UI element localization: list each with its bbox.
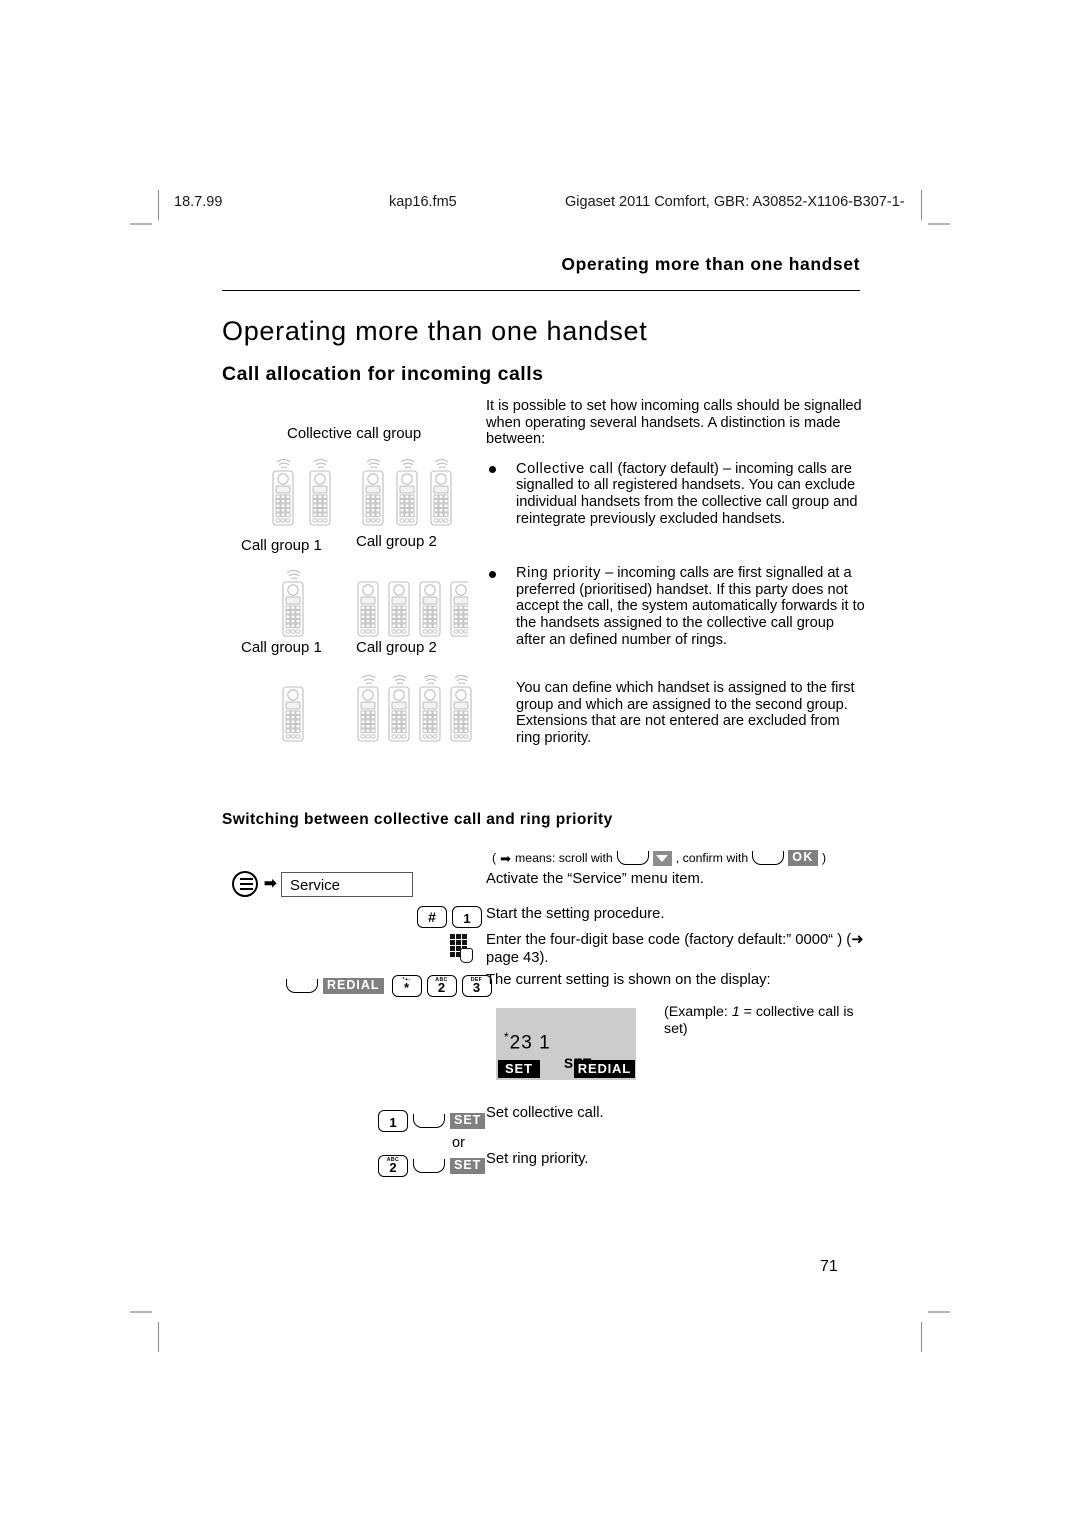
handset-row-3 bbox=[282, 675, 472, 742]
header-filename: kap16.fm5 bbox=[389, 194, 457, 210]
step-text-enter-base-code: Enter the four-digit base code (factory … bbox=[486, 932, 864, 966]
key-2-label: 2 bbox=[437, 980, 446, 995]
registration-tick-bottom-right bbox=[921, 1322, 922, 1352]
set-chip[interactable]: SET bbox=[450, 1158, 486, 1174]
step-text-current-setting: The current setting is shown on the disp… bbox=[486, 972, 771, 988]
intro-paragraph: It is possible to set how incoming calls… bbox=[486, 398, 862, 448]
key-1[interactable]: 1 bbox=[452, 906, 482, 928]
chapter-header: Operating more than one handset bbox=[561, 254, 860, 274]
note-close-paren: ) bbox=[821, 851, 827, 865]
softkey-blank-icon[interactable] bbox=[413, 1159, 445, 1173]
note-means-text: means: scroll with bbox=[515, 851, 613, 865]
header-divider bbox=[222, 290, 860, 292]
handset-display-mock: *23 1 SET SET REDIAL bbox=[496, 1008, 636, 1080]
softkey-blank-icon bbox=[616, 851, 649, 865]
bullet-ring-priority: Ring priority – incoming calls are first… bbox=[486, 565, 866, 648]
page-number: 71 bbox=[820, 1258, 838, 1275]
step-keys-hash-one: # 1 bbox=[417, 906, 482, 928]
bullet-lead-ring: Ring priority bbox=[516, 565, 602, 582]
display-code: 23 1 bbox=[509, 1032, 551, 1054]
menu-button-icon[interactable] bbox=[232, 871, 258, 897]
key-star-label: * bbox=[404, 980, 410, 995]
intro-text-column: It is possible to set how incoming calls… bbox=[486, 398, 866, 648]
document-page: 18.7.99 kap16.fm5 Gigaset 2011 Comfort, … bbox=[0, 0, 1080, 1528]
closing-paragraph: You can define which handset is assigned… bbox=[516, 680, 855, 746]
label-call-group-2-a: Call group 2 bbox=[356, 533, 437, 550]
key-2[interactable]: ABC 2 bbox=[378, 1155, 408, 1177]
bullet-collective-call: Collective call (factory default) – inco… bbox=[486, 461, 866, 527]
crop-mark-top-left bbox=[130, 223, 152, 225]
section-title: Call allocation for incoming calls bbox=[222, 363, 544, 385]
crop-mark-top-right bbox=[928, 223, 950, 225]
step-text-start-procedure: Start the setting procedure. bbox=[486, 906, 665, 922]
subsection-title: Switching between collective call and ri… bbox=[222, 811, 613, 828]
step-arrow-icon: ➡ bbox=[264, 875, 277, 892]
crop-mark-bottom-right bbox=[928, 1311, 950, 1313]
example-value: 1 bbox=[731, 1004, 740, 1020]
crop-mark-bottom-left bbox=[130, 1311, 152, 1313]
header-reference: Gigaset 2011 Comfort, GBR: A30852-X1106-… bbox=[565, 194, 905, 210]
key-1-label: 1 bbox=[463, 911, 471, 926]
bullet-dot-icon bbox=[489, 570, 496, 578]
or-label: or bbox=[452, 1135, 465, 1151]
key-star[interactable]: *+- * bbox=[391, 975, 422, 997]
registration-tick-top-right bbox=[921, 190, 922, 220]
registration-tick-bottom-left bbox=[158, 1322, 159, 1352]
note-open-paren: ( bbox=[492, 851, 497, 865]
key-hash[interactable]: # bbox=[417, 906, 447, 928]
handset-diagram: Collective call group Call group 1 Call … bbox=[230, 425, 480, 745]
step-text-set-collective-call: Set collective call. bbox=[486, 1105, 604, 1121]
display-softkey-left[interactable]: SET bbox=[498, 1060, 540, 1078]
key-1[interactable]: 1 bbox=[378, 1110, 408, 1132]
running-header: 18.7.99 kap16.fm5 Gigaset 2011 Comfort, … bbox=[160, 194, 920, 216]
display-code-line: *23 1 bbox=[504, 1030, 551, 1054]
display-softkey-right[interactable]: REDIAL bbox=[573, 1060, 635, 1078]
registration-tick-top-left bbox=[158, 190, 159, 220]
keypad-entry-icon bbox=[450, 934, 473, 963]
header-date: 18.7.99 bbox=[174, 194, 223, 210]
label-call-group-1-b: Call group 1 bbox=[241, 639, 322, 656]
service-menu-item[interactable]: Service bbox=[281, 872, 413, 897]
bullet-lead-collective: Collective call bbox=[516, 460, 614, 477]
scroll-down-icon bbox=[652, 850, 672, 866]
softkey-blank-icon[interactable] bbox=[286, 979, 318, 993]
step-text-set-ring-priority: Set ring priority. bbox=[486, 1151, 589, 1167]
page-title: Operating more than one handset bbox=[222, 316, 648, 346]
handset-row-1 bbox=[272, 459, 452, 526]
key-2[interactable]: ABC 2 bbox=[426, 975, 457, 997]
step-keys-one-set: 1 SET bbox=[378, 1110, 486, 1132]
example-prefix: (Example: bbox=[664, 1004, 732, 1020]
redial-chip[interactable]: REDIAL bbox=[323, 978, 384, 994]
example-note: (Example: 1 = collective call is set) bbox=[664, 1004, 864, 1037]
label-collective-call-group: Collective call group bbox=[287, 425, 422, 442]
key-2-label: 2 bbox=[389, 1160, 397, 1175]
softkey-blank-icon bbox=[752, 851, 785, 865]
note-confirm-text: , confirm with bbox=[675, 851, 749, 865]
step-keys-two-set: ABC 2 SET bbox=[378, 1155, 486, 1177]
key-1-label: 1 bbox=[389, 1115, 397, 1130]
bullet-dot-icon bbox=[489, 466, 496, 474]
set-chip[interactable]: SET bbox=[450, 1113, 486, 1129]
step-text-activate-service: Activate the “Service” menu item. bbox=[486, 871, 704, 887]
ok-chip: OK bbox=[788, 850, 818, 866]
step-keys-redial-star-2-3: REDIAL *+- * ABC 2 DEF 3 bbox=[286, 975, 492, 997]
label-call-group-2-b: Call group 2 bbox=[356, 639, 437, 656]
handset-row-2 bbox=[282, 570, 468, 637]
scroll-arrow-icon: ➡ bbox=[500, 850, 512, 866]
softkey-blank-icon[interactable] bbox=[413, 1114, 445, 1128]
label-call-group-1-a: Call group 1 bbox=[241, 537, 322, 554]
scroll-note: ( ➡ means: scroll with , confirm with OK… bbox=[492, 850, 826, 866]
